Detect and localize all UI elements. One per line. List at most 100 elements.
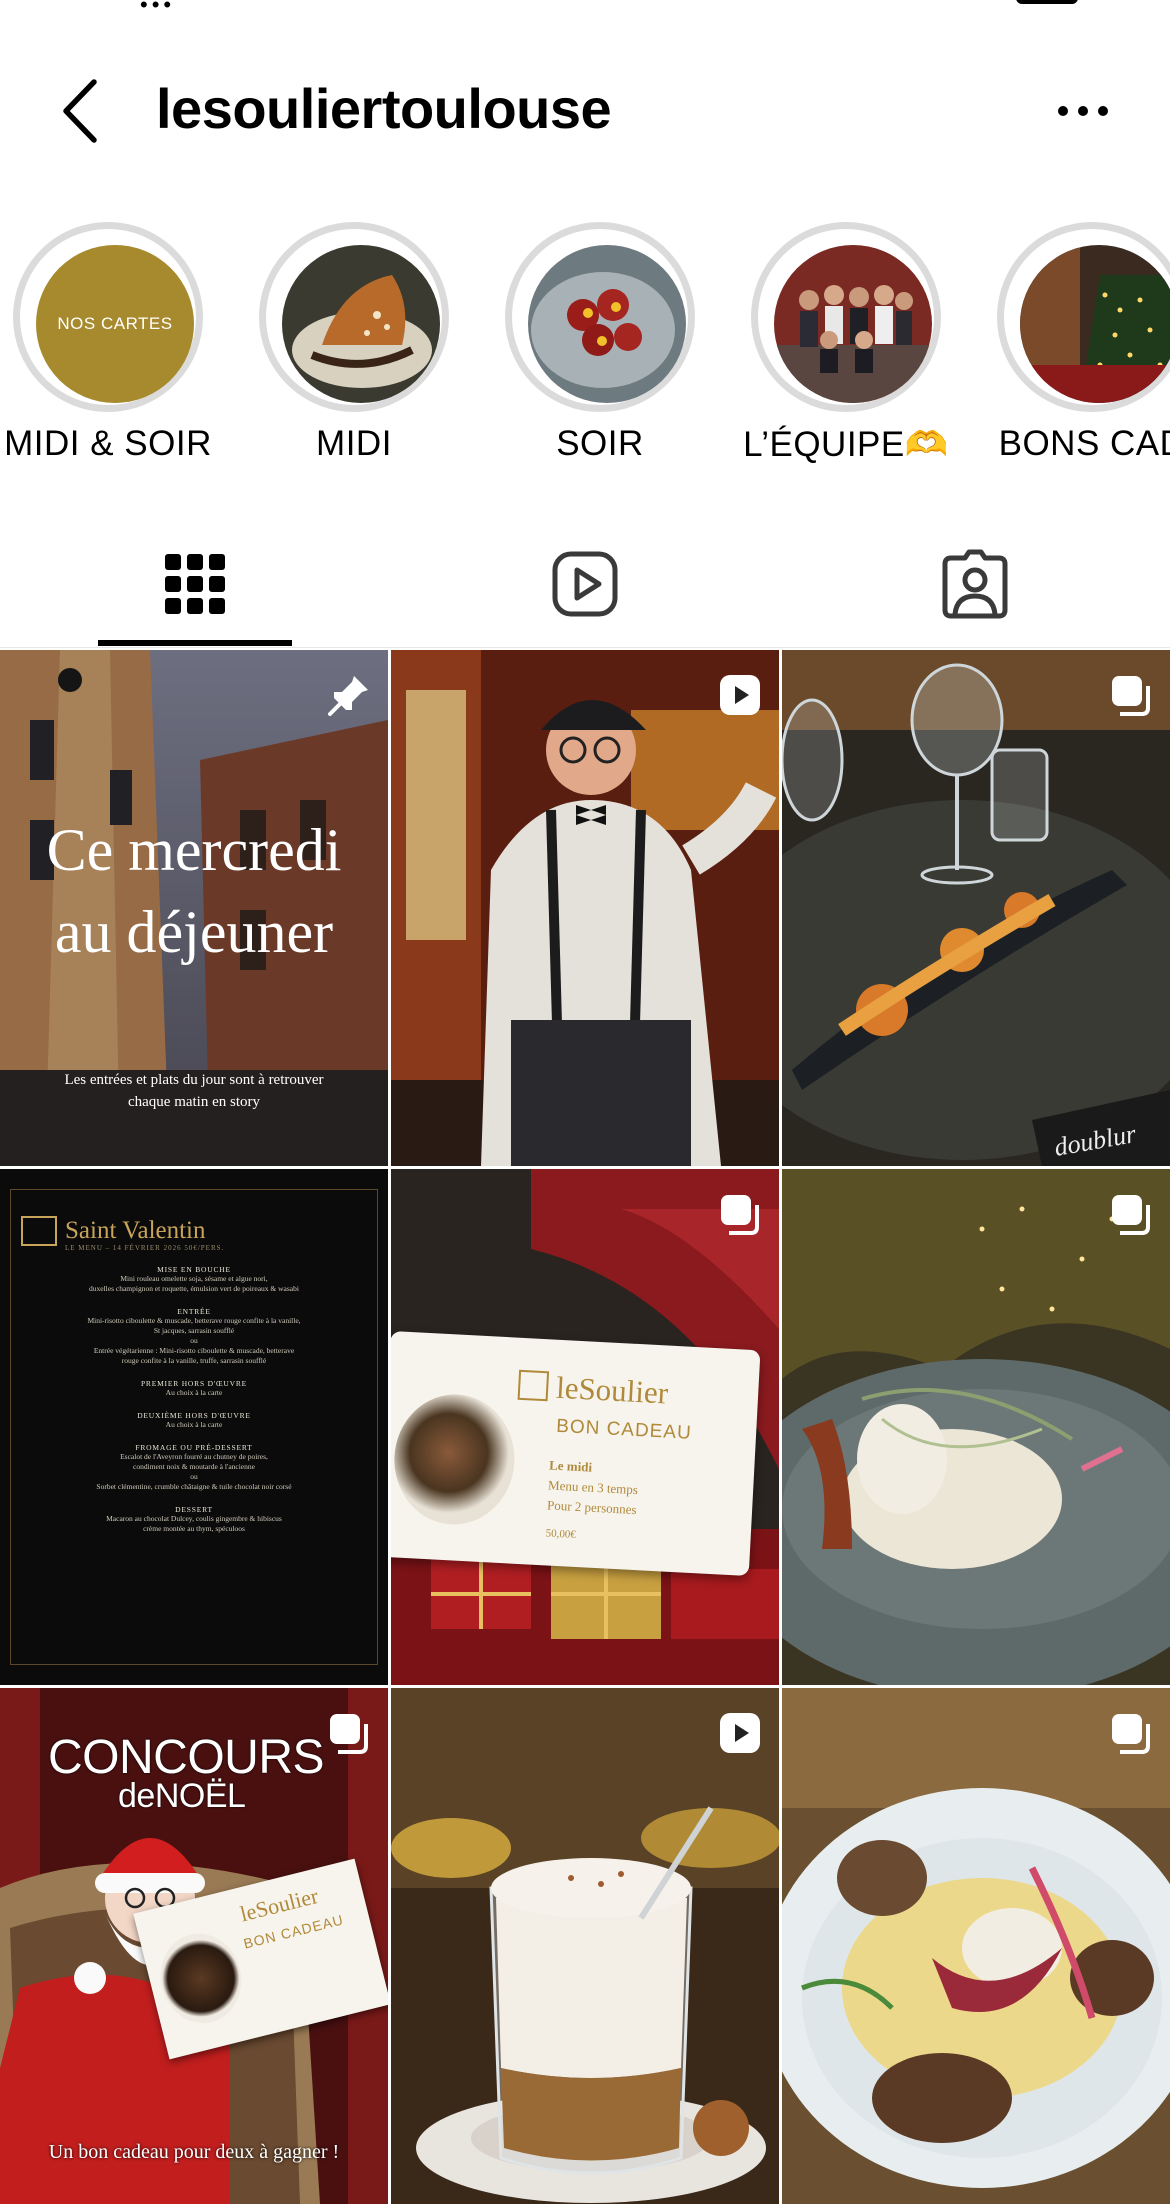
post-tile[interactable]: leSoulier BON CADEAU Le midi Menu en 3 t… — [391, 1169, 779, 1685]
reel-play-icon — [715, 670, 765, 720]
gift-card-photo — [391, 1391, 518, 1528]
more-horizontal-icon — [1058, 106, 1108, 116]
menu-title: Saint Valentin — [65, 1217, 206, 1244]
battery-icon — [1016, 0, 1078, 4]
post-tile[interactable] — [782, 1169, 1170, 1685]
post-tile[interactable]: Saint Valentin LE MENU – 14 FÉVRIER 2026… — [0, 1169, 388, 1685]
highlight-cover-text: NOS CARTES — [57, 314, 173, 333]
highlight-cover — [1020, 245, 1170, 403]
menu-section-heading: DESSERT — [175, 1505, 213, 1514]
gift-card-line: Le midi — [548, 1457, 593, 1475]
menu-section-line: ou — [190, 1336, 198, 1345]
active-tab-indicator — [98, 640, 292, 646]
menu-section-line: Macaron au chocolat Dulcey, coulis ginge… — [106, 1514, 282, 1523]
menu-section: PREMIER HORS D'ŒUVRE Au choix à la carte — [21, 1379, 367, 1398]
profile-username: lesouliertoulouse — [156, 77, 612, 140]
post-tile[interactable] — [391, 650, 779, 1166]
pin-icon — [324, 670, 374, 720]
menu-section: FROMAGE OU PRÉ-DESSERT Escalot de l'Aveyr… — [21, 1443, 367, 1492]
logo-icon — [517, 1369, 550, 1402]
menu-section-line: condiment noix & moutarde à l'ancienne — [133, 1462, 255, 1471]
menu-section-line: Au choix à la carte — [165, 1420, 223, 1429]
profile-tabs — [0, 520, 1170, 648]
post-title-line1: Ce mercredi — [46, 817, 342, 883]
post-photo-plated-dish — [782, 1169, 1170, 1685]
menu-section-line: rouge confite à la vanille, truffe, sarr… — [121, 1356, 267, 1365]
menu-section-line: Mini-risotto ciboulette & muscade, bette… — [87, 1316, 301, 1325]
status-bar: ••• — [0, 0, 1170, 20]
highlight-cover: NOS CARTES — [36, 245, 194, 403]
highlight-cover — [528, 245, 686, 403]
gift-card-line: Menu en 3 temps — [547, 1477, 639, 1498]
more-options-button[interactable] — [1048, 86, 1118, 136]
post-photo-waiter — [391, 650, 779, 1166]
highlight-midi[interactable]: MIDI — [234, 218, 474, 478]
tab-tagged[interactable] — [780, 520, 1170, 648]
highlight-ring — [751, 222, 941, 412]
menu-section-heading: FROMAGE OU PRÉ-DESSERT — [135, 1443, 253, 1452]
card-photo — [151, 1925, 251, 2032]
menu-section-line: Mini rouleau omelette soja, sésame et al… — [120, 1274, 268, 1283]
carousel-icon — [715, 1189, 765, 1239]
story-highlights: NOS CARTES MIDI & SOIR MIDI SOIR L’ÉQUIP… — [0, 218, 1170, 478]
highlight-ring — [259, 222, 449, 412]
menu-section: DEUXIÈME HORS D'ŒUVRE Au choix à la carte — [21, 1411, 367, 1430]
carousel-icon — [324, 1708, 374, 1758]
carousel-icon — [1106, 1708, 1156, 1758]
menu-section: DESSERT Macaron au chocolat Dulcey, couli… — [21, 1505, 367, 1534]
menu-date: LE MENU – 14 FÉVRIER 2026 50€/PERS. — [65, 1244, 225, 1252]
tagged-person-icon — [942, 549, 1008, 619]
menu-section-heading: ENTRÉE — [177, 1307, 211, 1316]
menu-section-line: crème montée au thym, spéculoos — [143, 1524, 245, 1533]
post-tile[interactable]: doublur — [782, 650, 1170, 1166]
contest-title: CONCOURS deNOËL — [48, 1734, 358, 1815]
highlight-cover — [282, 245, 440, 403]
gift-card-price: 50,00€ — [545, 1527, 577, 1541]
menu-section-line: ou — [190, 1472, 198, 1481]
menu-section-line: Escalot de l'Aveyron fourré au chutney d… — [120, 1452, 268, 1461]
back-button[interactable] — [52, 76, 112, 146]
tab-reels[interactable] — [390, 520, 780, 648]
tabs-divider — [0, 647, 1170, 648]
highlight-soir[interactable]: SOIR — [480, 218, 720, 478]
carousel-icon — [1106, 670, 1156, 720]
menu-section-line: Sorbet clémentine, crumble châtaigne & t… — [96, 1482, 292, 1491]
contest-title-sub: deNOËL — [118, 1777, 246, 1815]
post-photo-drink — [391, 1688, 779, 2204]
reels-icon — [552, 551, 618, 617]
menu-section-line: St jacques, sarrasin soufflé — [153, 1326, 235, 1335]
highlight-label: BONS CAD — [998, 424, 1170, 463]
highlight-bons-cadeaux[interactable]: BONS CAD — [972, 218, 1170, 478]
menu-section-heading: PREMIER HORS D'ŒUVRE — [140, 1379, 248, 1388]
menu-section-heading: DEUXIÈME HORS D'ŒUVRE — [137, 1411, 251, 1420]
post-title-line2: au déjeuner — [54, 899, 334, 965]
highlight-ring — [505, 222, 695, 412]
highlight-ring — [997, 222, 1170, 412]
post-tile[interactable] — [391, 1688, 779, 2204]
post-photo-plate-potatoes — [782, 1688, 1170, 2204]
menu-section: ENTRÉE Mini-risotto ciboulette & muscade,… — [21, 1307, 367, 1366]
post-tile[interactable]: leSoulier BON CADEAU CONCOURS deNOËL Un … — [0, 1688, 388, 2204]
signal-dots-icon: ••• — [140, 0, 176, 17]
post-tile[interactable]: Ce mercredi au déjeuner Les entrées et p… — [0, 650, 388, 1166]
chevron-left-icon — [63, 79, 97, 143]
highlight-ring: NOS CARTES — [13, 222, 203, 412]
menu-section-line: Au choix à la carte — [165, 1388, 223, 1397]
menu-section: MISE EN BOUCHE Mini rouleau omelette soja… — [21, 1265, 367, 1294]
contest-caption: Un bon cadeau pour deux à gagner ! — [48, 2141, 340, 2163]
carousel-icon — [1106, 1189, 1156, 1239]
gift-card-subtitle: BON CADEAU — [555, 1415, 693, 1444]
tab-posts[interactable] — [0, 520, 390, 648]
post-tile[interactable] — [782, 1688, 1170, 2204]
post-photo-dish-table — [782, 650, 1170, 1166]
gift-card-line: Pour 2 personnes — [546, 1497, 637, 1518]
logo-icon — [21, 1216, 57, 1246]
gift-card: leSoulier BON CADEAU Le midi Menu en 3 t… — [391, 1331, 761, 1577]
menu-section-line: Entrée végétarienne : Mini-risotto cibou… — [93, 1346, 295, 1355]
grid-icon — [165, 554, 225, 614]
highlight-equipe[interactable]: L’ÉQUIPE🫶 — [726, 218, 966, 478]
post-caption-line2: chaque matin en story — [127, 1094, 261, 1110]
menu-section-line: duxelles champignon et roquette, émulsio… — [89, 1284, 299, 1293]
post-caption-line1: Les entrées et plats du jour sont à retr… — [64, 1072, 324, 1088]
reel-play-icon — [715, 1708, 765, 1758]
